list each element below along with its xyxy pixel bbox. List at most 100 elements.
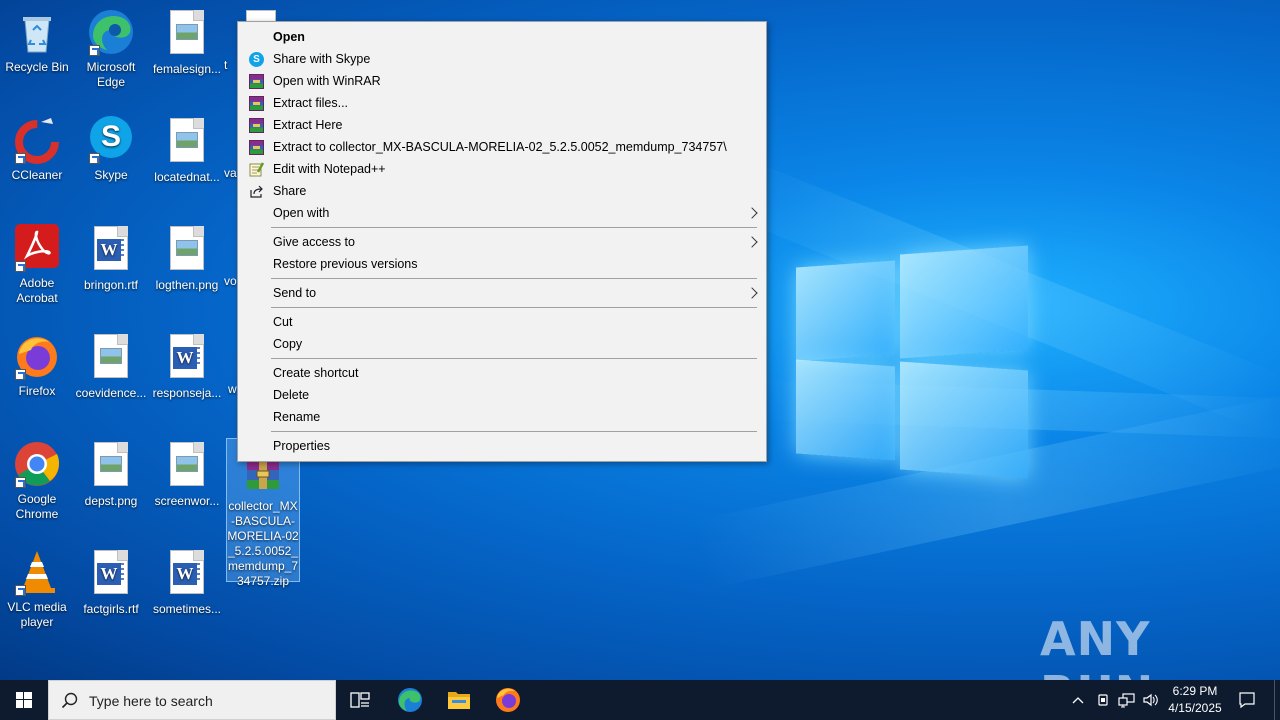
icon-label: Recycle Bin: [5, 60, 69, 74]
menu-item-extract-to-folder[interactable]: Extract to collector_MX-BASCULA-MORELIA-…: [240, 136, 764, 158]
menu-item-label: Extract Here: [273, 118, 343, 132]
desktop-icon-vlc[interactable]: VLC media player: [0, 548, 74, 630]
menu-item-open-with-winrar[interactable]: Open with WinRAR: [240, 70, 764, 92]
menu-item-properties[interactable]: Properties: [240, 435, 764, 457]
menu-item-send-to[interactable]: Send to: [240, 282, 764, 304]
shortcut-arrow-icon: [15, 477, 26, 488]
chevron-right-icon: [746, 287, 758, 299]
image-file-icon: [87, 334, 135, 382]
menu-item-label: Send to: [273, 286, 317, 300]
menu-item-label: Create shortcut: [273, 366, 359, 380]
show-hidden-icons-chevron-icon[interactable]: [1070, 694, 1086, 706]
taskbar-file-explorer-button[interactable]: [435, 680, 483, 720]
menu-item-cut[interactable]: Cut: [240, 311, 764, 333]
shortcut-arrow-icon: [89, 153, 100, 164]
winrar-icon: [249, 96, 264, 111]
desktop-icon-responseja[interactable]: W responseja...: [150, 332, 224, 401]
icon-label: Google Chrome: [15, 492, 59, 521]
menu-item-label: Delete: [273, 388, 310, 402]
menu-item-label: Share: [273, 184, 307, 198]
desktop-icon-google-chrome[interactable]: Google Chrome: [0, 440, 74, 522]
desktop-icon-bringon-rtf[interactable]: W bringon.rtf: [74, 224, 148, 293]
desktop-icon-skype[interactable]: S Skype: [74, 116, 148, 183]
icon-label: locatednat...: [154, 170, 220, 184]
menu-separator: [271, 431, 757, 432]
desktop-icon-locatednat[interactable]: locatednat...: [150, 116, 224, 185]
desktop-icon-screenwor[interactable]: screenwor...: [150, 440, 224, 509]
menu-item-share-with-skype[interactable]: S Share with Skype: [240, 48, 764, 70]
desktop-icon-coevidence[interactable]: coevidence...: [74, 332, 148, 401]
menu-item-open[interactable]: Open: [240, 26, 764, 48]
taskbar-search-box[interactable]: Type here to search: [48, 680, 336, 720]
device-tray-icon[interactable]: [1095, 692, 1111, 708]
chevron-right-icon: [746, 207, 758, 219]
skype-icon: S: [87, 116, 135, 164]
icon-label: CCleaner: [11, 168, 63, 182]
menu-item-label: Restore previous versions: [273, 257, 418, 271]
desktop-icon-logthen-png[interactable]: logthen.png: [150, 224, 224, 293]
shortcut-arrow-icon: [15, 153, 26, 164]
desktop-icon-sometimes[interactable]: W sometimes...: [150, 548, 224, 617]
image-file-icon: [163, 118, 211, 166]
shortcut-arrow-icon: [15, 585, 26, 596]
menu-item-give-access-to[interactable]: Give access to: [240, 231, 764, 253]
word-document-icon: W: [87, 550, 135, 598]
icon-label: Microsoft Edge: [86, 60, 136, 89]
firefox-icon: [496, 688, 520, 712]
shortcut-arrow-icon: [15, 369, 26, 380]
word-document-icon: W: [87, 226, 135, 274]
windows-logo-wallpaper: [796, 242, 1028, 479]
icon-label: collector_MX-BASCULA-MORELIA-02_5.2.5.00…: [227, 499, 299, 588]
menu-item-open-with[interactable]: Open with: [240, 202, 764, 224]
icon-label: femalesign...: [152, 62, 222, 76]
image-file-icon: [163, 10, 211, 58]
menu-item-edit-with-notepad-plus-plus[interactable]: Edit with Notepad++: [240, 158, 764, 180]
start-button[interactable]: [0, 680, 48, 720]
image-file-icon: [87, 442, 135, 490]
winrar-icon: [249, 140, 264, 155]
desktop-icon-depst-png[interactable]: depst.png: [74, 440, 148, 509]
menu-item-label: Properties: [273, 439, 330, 453]
clock[interactable]: 6:29 PM 4/15/2025: [1162, 684, 1228, 715]
search-icon: [61, 692, 78, 709]
shortcut-arrow-icon: [89, 45, 100, 56]
menu-item-extract-files[interactable]: Extract files...: [240, 92, 764, 114]
menu-item-create-shortcut[interactable]: Create shortcut: [240, 362, 764, 384]
desktop-icon-ccleaner[interactable]: CCleaner: [0, 116, 74, 183]
network-icon[interactable]: [1118, 692, 1136, 708]
chrome-icon: [13, 440, 61, 488]
skype-icon: S: [249, 52, 264, 67]
desktop-icon-factgirls-rtf[interactable]: W factgirls.rtf: [74, 548, 148, 617]
menu-item-label: Rename: [273, 410, 321, 424]
chevron-right-icon: [746, 236, 758, 248]
menu-item-copy[interactable]: Copy: [240, 333, 764, 355]
icon-label: bringon.rtf: [83, 278, 139, 292]
menu-item-share[interactable]: Share: [240, 180, 764, 202]
action-center-notification-icon[interactable]: [1238, 691, 1256, 709]
firefox-icon: [13, 332, 61, 380]
task-view-button[interactable]: [336, 680, 384, 720]
icon-label: VLC media player: [7, 600, 67, 629]
task-view-icon: [350, 692, 370, 708]
taskbar-edge-button[interactable]: [386, 680, 434, 720]
desktop-icon-microsoft-edge[interactable]: Microsoft Edge: [74, 8, 148, 90]
icon-label: responseja...: [152, 386, 222, 400]
volume-icon[interactable]: [1142, 692, 1160, 708]
menu-separator: [271, 358, 757, 359]
menu-item-restore-previous-versions[interactable]: Restore previous versions: [240, 253, 764, 275]
show-desktop-button[interactable]: [1274, 680, 1280, 720]
menu-item-rename[interactable]: Rename: [240, 406, 764, 428]
desktop-icon-femalesign[interactable]: femalesign...: [150, 8, 224, 77]
taskbar-firefox-button[interactable]: [484, 680, 532, 720]
desktop-icon-adobe-acrobat[interactable]: Adobe Acrobat: [0, 224, 74, 306]
winrar-icon: [249, 118, 264, 133]
context-menu: Open S Share with Skype Open with WinRAR…: [237, 21, 767, 462]
share-icon: [249, 184, 264, 199]
menu-item-label: Edit with Notepad++: [273, 162, 386, 176]
menu-item-delete[interactable]: Delete: [240, 384, 764, 406]
desktop-icon-recycle-bin[interactable]: Recycle Bin: [0, 8, 74, 75]
desktop-icon-firefox[interactable]: Firefox: [0, 332, 74, 399]
edge-icon: [87, 8, 135, 56]
menu-item-extract-here[interactable]: Extract Here: [240, 114, 764, 136]
folder-icon: [448, 692, 470, 709]
